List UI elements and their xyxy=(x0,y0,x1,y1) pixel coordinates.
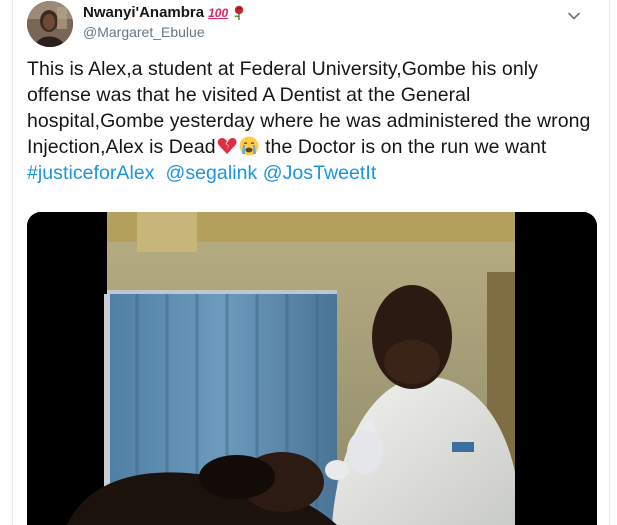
tweet-header: Nwanyi'Anambra 100 @Margaret_Ebulue xyxy=(27,1,587,47)
mention-link-jostweetit[interactable]: @JosTweetIt xyxy=(263,162,377,184)
tweet-card[interactable]: Nwanyi'Anambra 100 @Margaret_Ebulue This… xyxy=(12,0,610,525)
hundred-points-icon: 100 xyxy=(208,6,229,20)
hashtag-link[interactable]: #justiceforAlex xyxy=(27,162,155,184)
avatar[interactable] xyxy=(27,1,73,47)
broken-heart-icon xyxy=(217,138,237,154)
avatar-image xyxy=(27,1,73,47)
author-display-name-row[interactable]: Nwanyi'Anambra 100 xyxy=(83,3,246,23)
tweet-body-continued: the Doctor is on the run we want xyxy=(265,136,547,158)
tweet-video[interactable] xyxy=(27,212,597,525)
author-names: Nwanyi'Anambra 100 @Margaret_Ebulue xyxy=(83,3,246,41)
author-handle[interactable]: @Margaret_Ebulue xyxy=(83,23,246,41)
chevron-down-icon[interactable] xyxy=(565,7,583,25)
video-thumbnail[interactable] xyxy=(27,212,597,525)
mention-link-segalink[interactable]: @segalink xyxy=(166,162,258,184)
author-display-name[interactable]: Nwanyi'Anambra xyxy=(83,3,204,23)
tweet-text: This is Alex,a student at Federal Univer… xyxy=(27,56,597,186)
rose-icon xyxy=(234,5,244,20)
crying-face-icon xyxy=(239,136,259,156)
